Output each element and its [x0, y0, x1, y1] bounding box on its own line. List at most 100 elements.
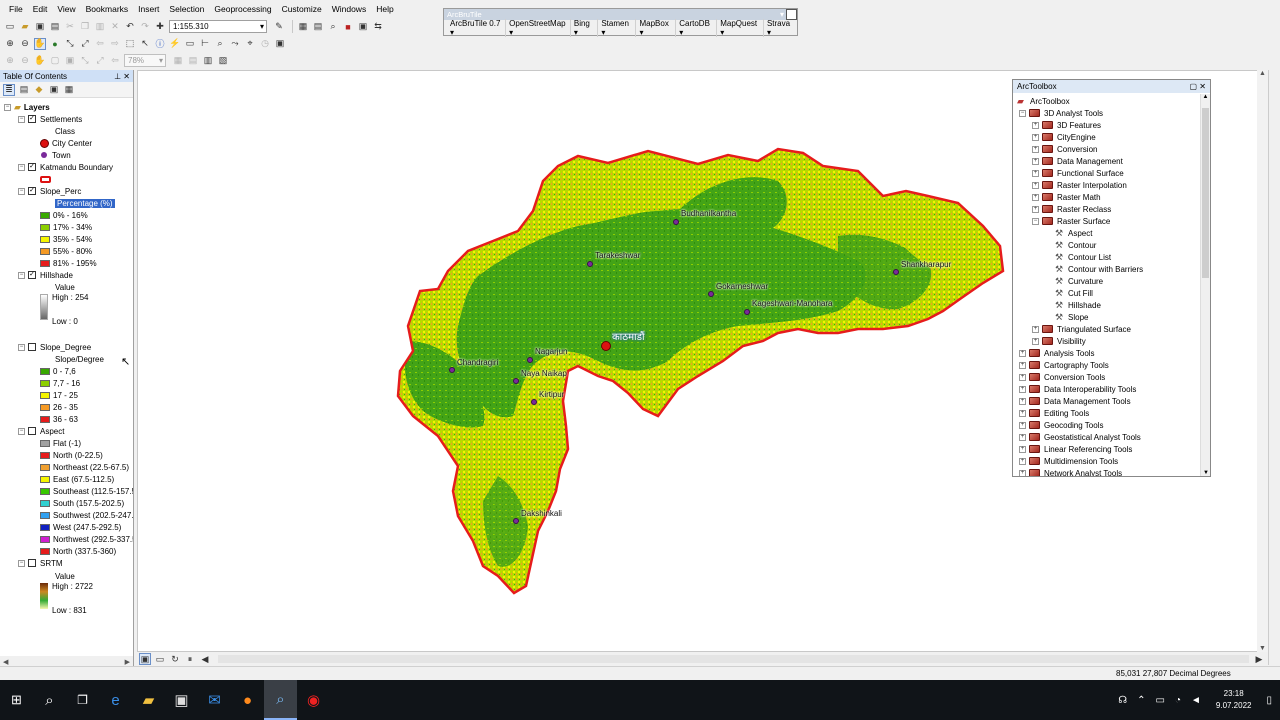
expand-icon[interactable]: +	[1019, 457, 1026, 465]
town-marker[interactable]	[744, 309, 750, 315]
expand-icon[interactable]: +	[1032, 205, 1039, 213]
expand-icon[interactable]: +	[1019, 433, 1026, 441]
toolset-item[interactable]: + Visibility	[1032, 335, 1086, 347]
layout-fixed-zoom-in-icon[interactable]: ⤡	[79, 55, 91, 67]
volume-icon[interactable]: ◄	[1191, 695, 1201, 706]
expand-icon[interactable]: +	[1032, 145, 1039, 153]
map-vertical-scrollbar[interactable]: ▲ ▼	[1257, 70, 1268, 652]
go-to-xy-icon[interactable]: ⌖	[244, 38, 256, 50]
mail-icon[interactable]: ✉	[198, 680, 231, 720]
zoom-whole-page-icon[interactable]: ▢	[49, 55, 61, 67]
scroll-left-icon[interactable]: ◀	[3, 658, 8, 666]
catalog-icon[interactable]: ▤	[312, 21, 324, 33]
collapse-icon[interactable]: −	[18, 559, 25, 567]
toolset-item[interactable]: + Raster Math	[1032, 191, 1101, 203]
toolset-item[interactable]: + Raster Reclass	[1032, 203, 1111, 215]
collapse-icon[interactable]: −	[18, 343, 25, 351]
layer-settlements[interactable]: − ✓ Settlements	[18, 113, 82, 125]
pin-icon[interactable]: ⊥	[114, 72, 121, 81]
visibility-checkbox[interactable]: ✓	[28, 163, 36, 171]
menu-bookmarks[interactable]: Bookmarks	[81, 4, 134, 14]
map-horizontal-scrollbar[interactable]	[218, 655, 1249, 663]
toolbox-item[interactable]: + Geocoding Tools	[1019, 419, 1103, 431]
toolbox-item[interactable]: + Geostatistical Analyst Tools	[1019, 431, 1141, 443]
scroll-left-icon[interactable]: ◀	[199, 653, 211, 665]
tool-item[interactable]: ⚒ Curvature	[1055, 275, 1103, 287]
scroll-up-icon[interactable]: ▲	[1201, 94, 1210, 100]
collapse-icon[interactable]: −	[18, 187, 25, 195]
expand-icon[interactable]: +	[1032, 121, 1039, 129]
editor-icon[interactable]: ✎	[273, 21, 285, 33]
modelbuilder-icon[interactable]: ⇆	[372, 21, 384, 33]
arcmap-icon[interactable]: ⌕	[264, 680, 297, 720]
scroll-up-icon[interactable]: ▲	[1257, 70, 1268, 77]
layout-back-icon[interactable]: ⇦	[109, 55, 121, 67]
cut-icon[interactable]: ✂	[64, 21, 76, 33]
new-icon[interactable]: ▭	[4, 21, 16, 33]
scroll-thumb[interactable]	[1202, 108, 1209, 278]
expand-icon[interactable]: +	[1019, 421, 1026, 429]
tool-item[interactable]: ⚒ Hillshade	[1055, 299, 1101, 311]
toolbox-item[interactable]: + Network Analyst Tools	[1019, 467, 1122, 476]
collapse-icon[interactable]: −	[1032, 217, 1039, 225]
python-icon[interactable]: ▣	[357, 21, 369, 33]
collapse-icon[interactable]: −	[18, 163, 25, 171]
expand-icon[interactable]: +	[1019, 445, 1026, 453]
toolset-item[interactable]: + Raster Interpolation	[1032, 179, 1127, 191]
expand-icon[interactable]: +	[1019, 409, 1026, 417]
menu-windows[interactable]: Windows	[327, 4, 371, 14]
layer-slope-degree[interactable]: − Slope_Degree	[18, 341, 91, 353]
close-icon[interactable]: ✕	[123, 72, 130, 81]
minimize-icon[interactable]: ▾	[780, 10, 784, 19]
city-center-marker[interactable]	[601, 341, 611, 351]
toolset-item[interactable]: + CityEngine	[1032, 131, 1096, 143]
time-slider-icon[interactable]: ◷	[259, 38, 271, 50]
town-marker[interactable]	[531, 399, 537, 405]
scroll-right-icon[interactable]: ▶	[1253, 653, 1265, 665]
search-icon[interactable]: ⌕	[33, 680, 66, 720]
layout-fixed-zoom-out-icon[interactable]: ⤢	[94, 55, 106, 67]
visibility-checkbox[interactable]	[28, 559, 36, 567]
menu-view[interactable]: View	[52, 4, 80, 14]
layout-view-icon[interactable]: ▭	[154, 653, 166, 665]
print-icon[interactable]: ▤	[49, 21, 61, 33]
mapquest-dropdown[interactable]: MapQuest ▾	[717, 19, 764, 37]
collapse-icon[interactable]: −	[4, 103, 11, 111]
arctoolbox-icon[interactable]: ■	[342, 21, 354, 33]
refresh-icon[interactable]: ↻	[169, 653, 181, 665]
town-marker[interactable]	[527, 357, 533, 363]
measure-icon[interactable]: ⊢	[199, 38, 211, 50]
notifications-icon[interactable]: ▯	[1266, 695, 1272, 706]
visibility-checkbox[interactable]: ✓	[28, 187, 36, 195]
wifi-icon[interactable]: ◔	[1175, 695, 1181, 706]
network-icon[interactable]: ▭	[1155, 695, 1164, 706]
find-route-icon[interactable]: ⤳	[229, 38, 241, 50]
arctoolbox-scrollbar[interactable]: ▲ ▼	[1200, 94, 1210, 476]
tool-item[interactable]: ⚒ Contour	[1055, 239, 1096, 251]
expand-icon[interactable]: +	[1032, 181, 1039, 189]
layout-zoom-in-icon[interactable]: ⊕	[4, 55, 16, 67]
expand-icon[interactable]: +	[1032, 133, 1039, 141]
menu-edit[interactable]: Edit	[28, 4, 53, 14]
toolbox-item[interactable]: + Data Interoperability Tools	[1019, 383, 1136, 395]
visibility-checkbox[interactable]	[28, 343, 36, 351]
toolbox-item[interactable]: + Data Management Tools	[1019, 395, 1131, 407]
undo-icon[interactable]: ↶	[124, 21, 136, 33]
collapse-icon[interactable]: −	[18, 271, 25, 279]
toolbox-item[interactable]: + Cartography Tools	[1019, 359, 1109, 371]
show-hidden-icons-icon[interactable]: ⌃	[1137, 695, 1145, 706]
copy-icon[interactable]: ❐	[79, 21, 91, 33]
hyperlink-icon[interactable]: ⚡	[169, 38, 181, 50]
toolset-item[interactable]: + Data Management	[1032, 155, 1123, 167]
fixed-zoom-in-icon[interactable]: ⤡	[64, 38, 76, 50]
scroll-down-icon[interactable]: ▼	[1257, 645, 1268, 652]
zoom-out-icon[interactable]: ⊖	[19, 38, 31, 50]
person-icon[interactable]: ☊	[1118, 695, 1127, 706]
back-icon[interactable]: ⇦	[94, 38, 106, 50]
fixed-zoom-out-icon[interactable]: ⤢	[79, 38, 91, 50]
toolbox-item[interactable]: + Multidimension Tools	[1019, 455, 1118, 467]
toolset-item[interactable]: +3D Features	[1032, 119, 1101, 131]
redo-icon[interactable]: ↷	[139, 21, 151, 33]
visibility-checkbox[interactable]: ✓	[28, 115, 36, 123]
delete-icon[interactable]: ✕	[109, 21, 121, 33]
